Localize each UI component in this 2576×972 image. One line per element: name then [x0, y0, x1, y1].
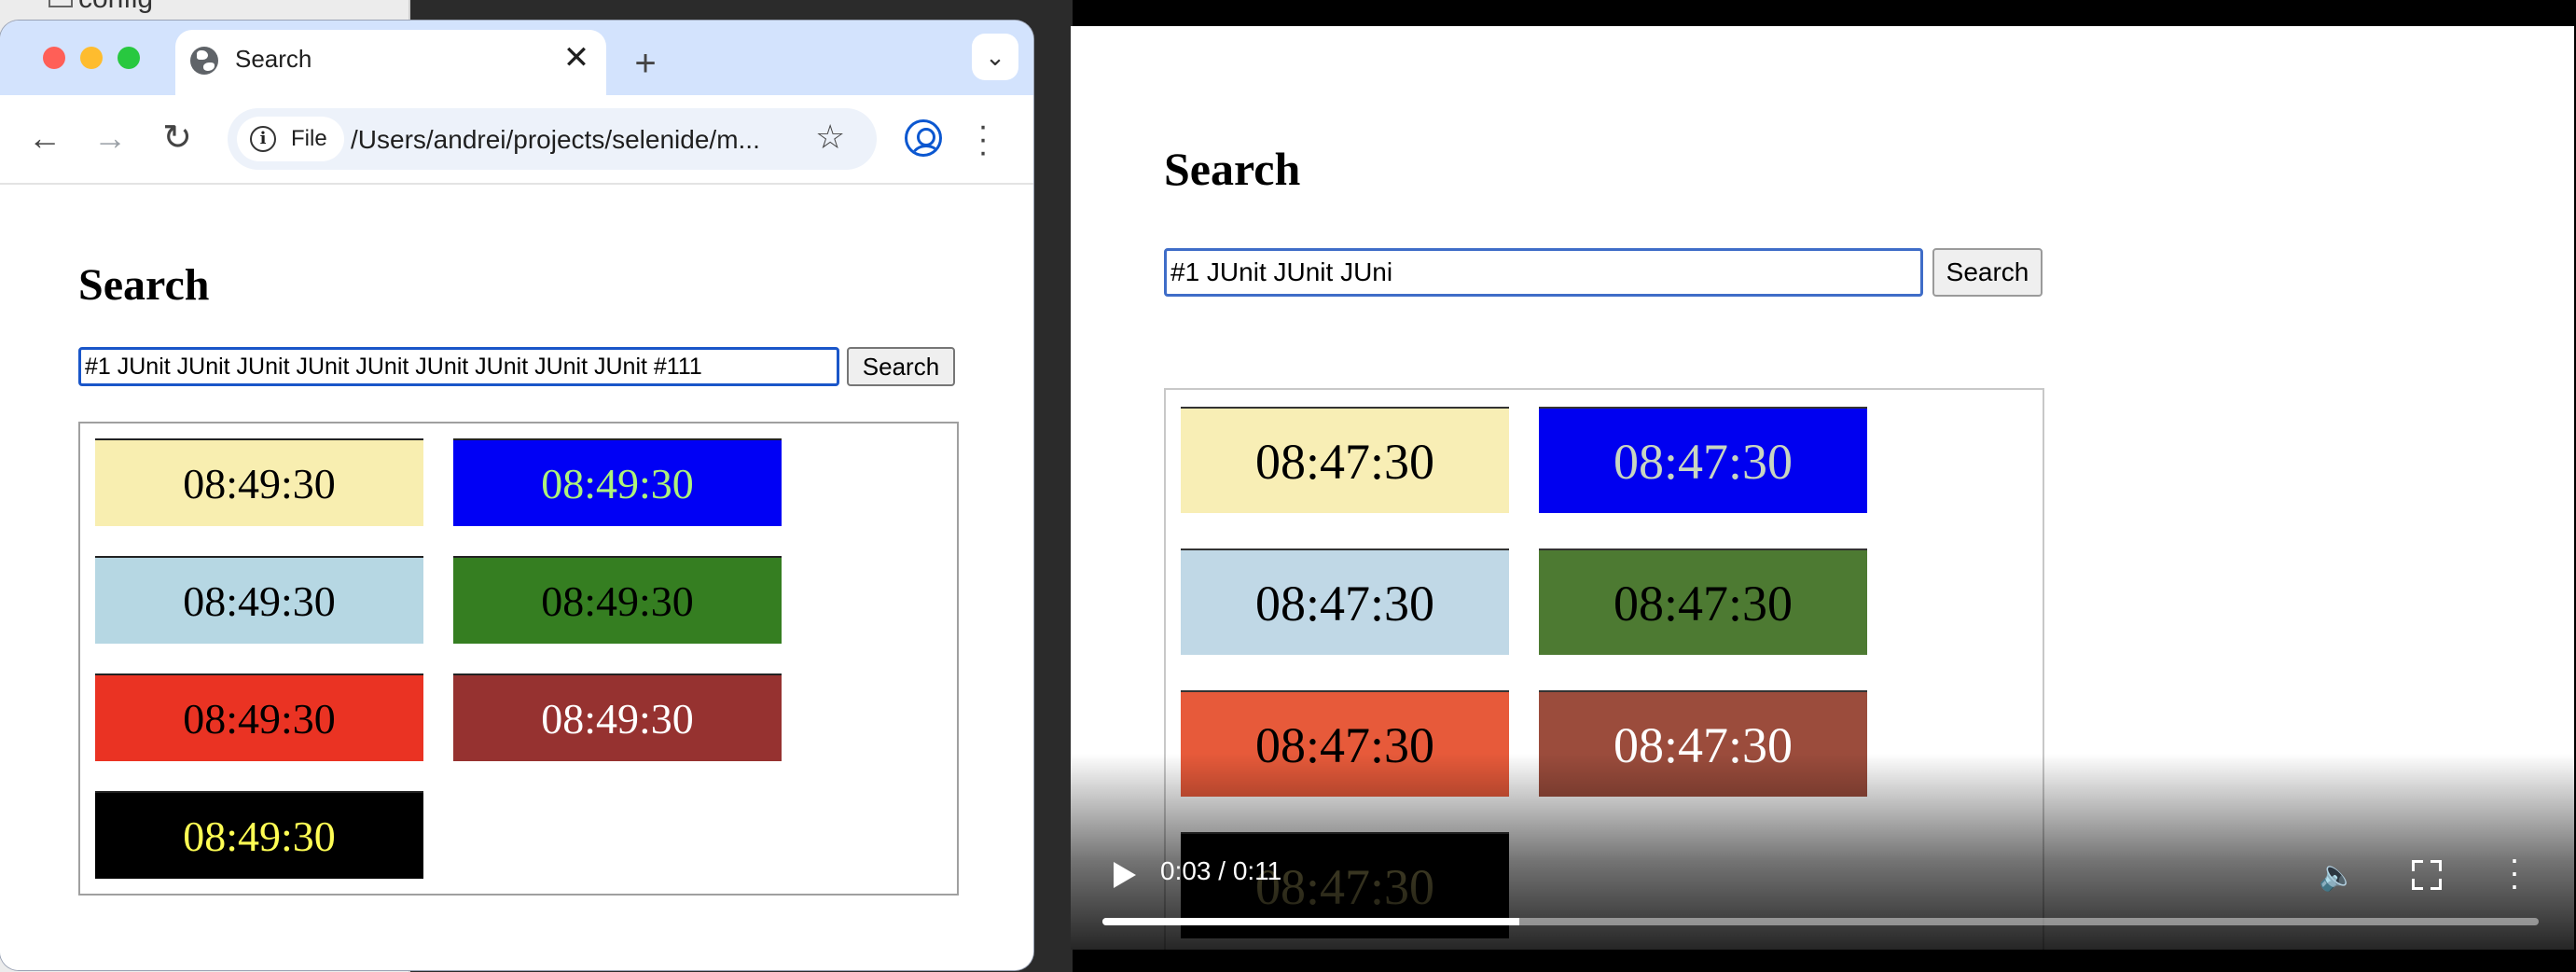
volume-icon: 🔈: [2319, 858, 2356, 892]
clock-tile: 08:49:30: [95, 556, 423, 644]
page-title: Search: [78, 260, 210, 310]
back-button[interactable]: ←: [24, 118, 65, 159]
video-clock-tile: 08:47:30: [1539, 407, 1867, 513]
chevron-down-icon: ⌄: [985, 43, 1005, 71]
clock-panel: 08:49:30 08:49:30 08:49:30 08:49:30 08:49:30…: [78, 422, 959, 896]
play-button[interactable]: [1106, 856, 1143, 894]
forward-button[interactable]: →: [90, 118, 131, 159]
video-options-button[interactable]: · · ·: [2505, 842, 2524, 902]
globe-icon: [190, 47, 218, 75]
video-search-button: Search: [1932, 248, 2043, 297]
reload-button[interactable]: ↻: [157, 118, 198, 159]
fullscreen-icon: [2431, 860, 2442, 871]
video-player[interactable]: Search Search 08:47:30 08:47:30 08:47:30 08…: [1071, 26, 2576, 950]
search-button[interactable]: Search: [847, 347, 955, 386]
progress-fill: [1102, 918, 1519, 925]
arrow-right-icon: →: [93, 118, 127, 157]
browser-toolbar: ← → ↻ i File /Users/andrei/projects/sele…: [0, 95, 1033, 185]
fullscreen-icon: [2431, 879, 2442, 890]
clock-tile: 08:49:30: [453, 673, 782, 761]
window-close-button[interactable]: [43, 47, 65, 69]
fullscreen-icon: [2412, 860, 2423, 871]
video-clock-tile: 08:47:30: [1181, 548, 1509, 655]
tab-title: Search: [235, 45, 312, 73]
profile-avatar-icon[interactable]: [905, 119, 942, 157]
time-display: 0:03 / 0:11: [1160, 856, 1282, 885]
new-tab-button[interactable]: +: [627, 45, 664, 84]
clock-tile: 08:49:30: [95, 791, 423, 879]
tab-strip: Search ✕ + ⌄: [0, 21, 1033, 95]
info-icon: i: [250, 126, 276, 152]
window-maximize-button[interactable]: [118, 47, 140, 69]
finder-item[interactable]: config: [37, 0, 153, 15]
address-bar[interactable]: i File /Users/andrei/projects/selenide/m…: [228, 108, 877, 170]
browser-window: Search ✕ + ⌄ ← → ↻ i File /Users/andrei/…: [0, 21, 1033, 970]
page-content: Search Search 08:49:3008:49:3008:49:3008…: [0, 185, 1033, 970]
more-vert-icon: · · ·: [977, 108, 989, 170]
finder-item-label: config: [78, 0, 153, 14]
site-info-label: File: [291, 126, 327, 151]
site-info-chip[interactable]: i File: [237, 117, 344, 161]
volume-button[interactable]: 🔈: [2319, 856, 2360, 894]
video-clock-tile: 08:47:30: [1539, 548, 1867, 655]
url-text[interactable]: /Users/andrei/projects/selenide/m...: [351, 125, 760, 155]
browser-menu-button[interactable]: · · ·: [974, 110, 992, 168]
fullscreen-icon: [2412, 879, 2423, 890]
video-search-input: [1164, 248, 1923, 297]
fullscreen-button[interactable]: [2408, 856, 2445, 894]
window-minimize-button[interactable]: [80, 47, 103, 69]
clock-tile: 08:49:30: [95, 673, 423, 761]
clock-tile: 08:49:30: [453, 438, 782, 526]
video-clock-tile: 08:47:30: [1181, 407, 1509, 513]
more-vert-icon: · · ·: [2509, 840, 2520, 904]
reload-icon: ↻: [162, 118, 192, 158]
close-tab-button[interactable]: ✕: [558, 39, 595, 76]
bookmark-star-icon[interactable]: ☆: [815, 118, 845, 157]
clock-tile: 08:49:30: [95, 438, 423, 526]
tab-search-menu-button[interactable]: ⌄: [972, 34, 1018, 80]
tab-search[interactable]: Search ✕: [175, 30, 606, 95]
arrow-left-icon: ←: [28, 118, 62, 157]
progress-bar[interactable]: [1102, 918, 2539, 925]
search-input[interactable]: [78, 347, 839, 386]
video-page-title: Search: [1164, 143, 1301, 195]
clock-tile: 08:49:30: [453, 556, 782, 644]
